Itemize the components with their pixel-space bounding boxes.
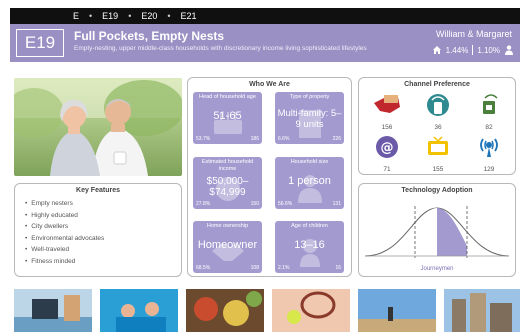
breadcrumb-item-e21[interactable]: E21 — [181, 11, 197, 21]
channel-mobile: 36 — [413, 93, 463, 131]
tile-index: 16 — [335, 265, 341, 271]
feature-item: Environmental advocates — [25, 235, 181, 242]
channel-value: 155 — [432, 166, 444, 173]
segment-code: E19 — [16, 29, 64, 57]
segment-stats: 1.44% 1.10% — [432, 45, 514, 55]
population-percent: 1.10% — [477, 45, 500, 55]
breadcrumb-item-e19[interactable]: E19 — [102, 11, 118, 21]
breadcrumb-separator: • — [167, 11, 171, 21]
channel-value: 156 — [381, 124, 393, 131]
tile-index: 226 — [332, 136, 341, 142]
feature-item: Empty nesters — [25, 200, 181, 207]
who-we-are-panel: Who We Are Head of household age 51-65 5… — [187, 77, 352, 277]
channel-preference-panel: Channel Preference 156 36 82 @ 71 155 12… — [358, 77, 516, 175]
broadband-icon — [483, 94, 498, 114]
segment-header: E19 Full Pockets, Empty Nests Empty-nest… — [10, 24, 520, 62]
breadcrumb-item-e20[interactable]: E20 — [141, 11, 157, 21]
channel-broadband: 82 — [464, 93, 514, 131]
email-icon: @ — [376, 136, 398, 158]
radio-icon — [480, 138, 498, 157]
tile-index: 131 — [332, 201, 341, 207]
feature-item: City dwellers — [25, 223, 181, 230]
svg-text:@: @ — [381, 141, 394, 156]
tile-value: $50,000–$74,999 — [206, 176, 249, 198]
tile-property-type: Type of property Multi-family: 5–9 units… — [275, 92, 344, 144]
tile-home-ownership: Home ownership Homeowner 68.5% 108 — [193, 221, 262, 273]
key-features-panel: Key Features Empty nesters Highly educat… — [14, 183, 182, 277]
tv-icon — [428, 136, 448, 155]
adoption-curve — [364, 206, 510, 258]
tile-percent: 56.6% — [278, 201, 293, 207]
key-features-list: Empty nesters Highly educated City dwell… — [25, 200, 181, 265]
channel-radio: 129 — [464, 135, 514, 173]
tile-index: 150 — [250, 201, 259, 207]
tile-label: Head of household age — [199, 94, 256, 100]
travel-photo — [358, 289, 436, 332]
food-photo — [186, 289, 264, 332]
mobile-icon — [427, 94, 449, 116]
household-percent: 1.44% — [445, 45, 469, 55]
tile-label: Age of children — [291, 223, 328, 229]
tile-index: 108 — [250, 265, 259, 271]
feature-item: Highly educated — [25, 212, 181, 219]
breadcrumb-separator: • — [89, 11, 93, 21]
breadcrumb-separator: • — [128, 11, 132, 21]
tile-value: 13–16 — [294, 239, 325, 251]
channel-tv: 155 — [413, 135, 463, 173]
feature-item: Fitness minded — [25, 258, 181, 265]
tile-index: 186 — [250, 136, 259, 142]
stats-divider — [472, 45, 474, 55]
channel-value: 71 — [383, 166, 391, 173]
who-we-are-title: Who We Are — [249, 81, 290, 88]
channel-direct-mail: 156 — [362, 93, 412, 131]
channel-value: 36 — [434, 124, 442, 131]
channel-value: 129 — [483, 166, 495, 173]
channel-preference-title: Channel Preference — [404, 81, 470, 88]
feature-item: Well-traveled — [25, 246, 181, 253]
tennis-photo — [272, 289, 350, 332]
tile-label: Type of property — [289, 94, 330, 100]
segment-breadcrumb: E • E19 • E20 • E21 — [10, 8, 520, 24]
tile-value: Homeowner — [197, 239, 258, 251]
channel-value: 82 — [485, 124, 493, 131]
tile-label: Household size — [290, 159, 329, 165]
technology-adoption-title: Technology Adoption — [401, 187, 473, 194]
channel-email: @ 71 — [362, 135, 412, 173]
tile-householder-age: Head of household age 51-65 53.7% 186 — [193, 92, 262, 144]
reading-photo — [14, 289, 92, 332]
tile-value: 1 person — [288, 175, 331, 187]
person-icon — [505, 45, 513, 55]
direct-mail-icon — [374, 95, 400, 113]
lifestyle-photo-strip — [14, 289, 520, 332]
tile-percent: 6.6% — [278, 136, 290, 142]
tile-percent: 53.7% — [196, 136, 211, 142]
key-features-title: Key Features — [76, 187, 120, 194]
tile-percent: 2.1% — [278, 265, 290, 271]
tile-percent: 68.5% — [196, 265, 211, 271]
persona-name: William & Margaret — [435, 29, 512, 39]
tile-label: Home ownership — [206, 223, 249, 229]
tile-household-income: Estimated household income $50,000–$74,9… — [193, 157, 262, 209]
tile-children-age: Age of children 13–16 2.1% 16 — [275, 221, 344, 273]
tile-value: Multi-family: 5–9 units — [277, 108, 342, 130]
couple-photo — [14, 78, 182, 176]
tile-value: 51-65 — [213, 110, 242, 122]
technology-adoption-panel: Technology Adoption Journeymen — [358, 183, 516, 277]
tile-household-size: Household size 1 person 56.6% 131 — [275, 157, 344, 209]
city-photo — [444, 289, 522, 332]
breadcrumb-item-e[interactable]: E — [73, 11, 79, 21]
tile-percent: 27.8% — [196, 201, 211, 207]
tile-label: Estimated household income — [201, 159, 254, 172]
segment-title: Full Pockets, Empty Nests — [74, 29, 225, 43]
pool-photo — [100, 289, 178, 332]
adoption-segment-label: Journeymen — [420, 266, 454, 272]
house-icon — [432, 46, 441, 54]
segment-subtitle: Empty-nesting, upper middle-class househ… — [74, 45, 367, 52]
